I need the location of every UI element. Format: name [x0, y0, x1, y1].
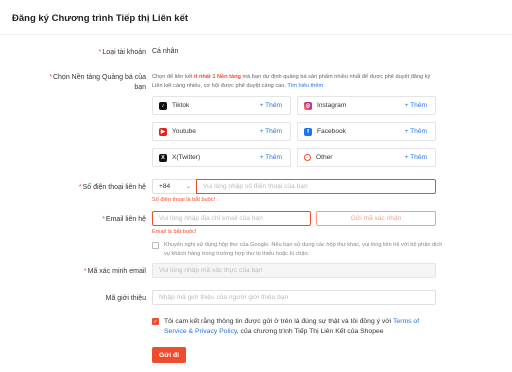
- submit-button[interactable]: Gửi đi: [152, 347, 186, 363]
- platform-tiktok[interactable]: ♪ Tiktok + Thêm: [152, 96, 291, 115]
- platform-label: *Chọn Nền tảng Quảng bá của bạn: [49, 74, 146, 91]
- tiktok-icon: ♪: [159, 101, 167, 110]
- chevron-down-icon: ⌄: [185, 184, 191, 190]
- verify-code-input[interactable]: Vui lòng nhập mã xác thực của bạn: [152, 263, 436, 278]
- platform-other[interactable]: · Other + Thêm: [297, 148, 436, 167]
- referral-code-input[interactable]: Nhập mã giới thiệu của người giới thiệu …: [152, 290, 436, 305]
- add-instagram-button[interactable]: + Thêm: [405, 102, 427, 109]
- learn-more-link[interactable]: Tìm hiểu thêm: [287, 83, 323, 89]
- x-twitter-icon: X: [159, 153, 167, 162]
- consent-checkbox[interactable]: ✓: [152, 318, 159, 325]
- instagram-icon: ◎: [304, 101, 312, 110]
- title-divider: [0, 34, 512, 35]
- add-x-twitter-button[interactable]: + Thêm: [260, 154, 282, 161]
- platform-note: Chọn để liên kết ít nhất 1 Nền tảng mà b…: [152, 74, 431, 89]
- facebook-icon: f: [304, 127, 312, 136]
- platform-instagram[interactable]: ◎ Instagram + Thêm: [297, 96, 436, 115]
- phone-label: *Số điện thoại liên hệ: [78, 184, 146, 191]
- platform-facebook[interactable]: f Facebook + Thêm: [297, 122, 436, 141]
- platform-x-twitter[interactable]: X X(Twitter) + Thêm: [152, 148, 291, 167]
- consent-row[interactable]: ✓ Tôi cam kết rằng thông tin được gửi ở …: [152, 317, 432, 337]
- add-youtube-button[interactable]: + Thêm: [260, 128, 282, 135]
- phone-error: Số điện thoại là bắt buộc!: [152, 197, 216, 203]
- email-error: Email là bắt buộc!: [152, 229, 197, 235]
- other-icon: ·: [304, 154, 311, 161]
- country-code-select[interactable]: +84 ⌄: [152, 179, 196, 194]
- send-otp-button[interactable]: Gửi mã xác nhận: [316, 211, 436, 226]
- platform-youtube[interactable]: ▶ Youtube + Thêm: [152, 122, 291, 141]
- add-facebook-button[interactable]: + Thêm: [405, 128, 427, 135]
- google-mail-checkbox[interactable]: [152, 242, 159, 249]
- email-input[interactable]: Vui lòng nhập địa chỉ email của bạn: [152, 211, 311, 226]
- google-mail-checkbox-row[interactable]: Khuyến nghị sử dụng hộp thư của Google. …: [152, 241, 444, 258]
- account-type-label: *Loại tài khoản: [98, 49, 146, 56]
- page-title: Đăng ký Chương trình Tiếp thị Liên kết: [12, 13, 189, 24]
- google-mail-note: Khuyến nghị sử dụng hộp thư của Google. …: [164, 242, 443, 257]
- add-tiktok-button[interactable]: + Thêm: [260, 102, 282, 109]
- youtube-icon: ▶: [159, 127, 167, 136]
- consent-text: Tôi cam kết rằng thông tin được gửi ở tr…: [164, 318, 420, 335]
- registration-form: Đăng ký Chương trình Tiếp thị Liên kết *…: [0, 0, 512, 372]
- referral-label: Mã giới thiệu: [105, 295, 146, 302]
- add-other-button[interactable]: + Thêm: [405, 154, 427, 161]
- phone-input[interactable]: Vui lòng nhập số điện thoại của bạn: [196, 179, 436, 194]
- email-label: *Email liên hệ: [102, 216, 146, 223]
- account-type-value: Cá nhân: [152, 48, 179, 55]
- verify-label: *Mã xác minh email: [83, 268, 146, 275]
